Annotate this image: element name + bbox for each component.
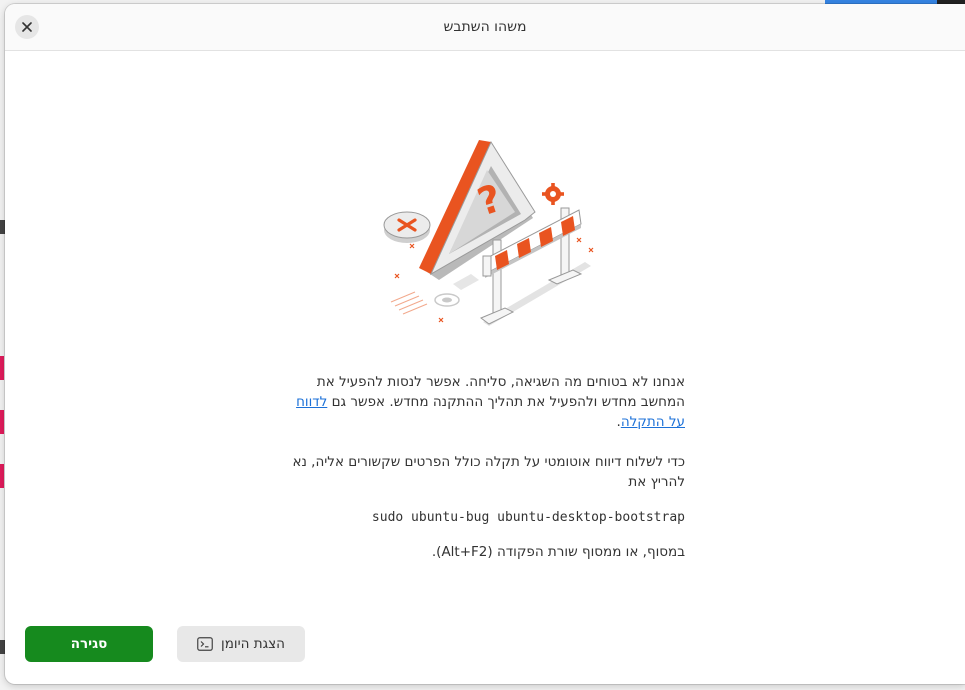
- close-button[interactable]: סגירה: [25, 626, 153, 662]
- background-fragment: [0, 464, 4, 488]
- close-icon: [22, 22, 32, 32]
- error-description: אנחנו לא בטוחים מה השגיאה, סליחה. אפשר ל…: [285, 372, 685, 432]
- dialog-header: משהו השתבש: [5, 4, 965, 51]
- show-log-button[interactable]: הצגת היומן: [177, 626, 305, 662]
- dialog-title: משהו השתבש: [443, 19, 527, 35]
- background-fragment: [0, 410, 4, 434]
- error-description-text: אנחנו לא בטוחים מה השגיאה, סליחה. אפשר ל…: [316, 374, 685, 410]
- warning-barrier-illustration: ?: [383, 140, 594, 326]
- close-dialog-button[interactable]: [15, 15, 39, 39]
- close-button-label: סגירה: [70, 636, 108, 652]
- terminal-icon: [197, 637, 213, 651]
- bug-report-command: sudo ubuntu-bug ubuntu-desktop-bootstrap: [371, 510, 685, 525]
- terminal-hint: במסוף, או ממסוף שורת הפקודה (Alt+F2).: [431, 544, 685, 560]
- error-dialog: משהו השתבש ? אנחנו לא בטוחים מה השגיאה, …: [5, 4, 965, 684]
- background-fragment: [0, 356, 4, 380]
- report-instructions: כדי לשלוח דיווח אוטומטי על תקלה כולל הפר…: [292, 454, 685, 490]
- show-log-button-label: הצגת היומן: [221, 636, 285, 652]
- error-message: אנחנו לא בטוחים מה השגיאה, סליחה. אפשר ל…: [285, 372, 685, 562]
